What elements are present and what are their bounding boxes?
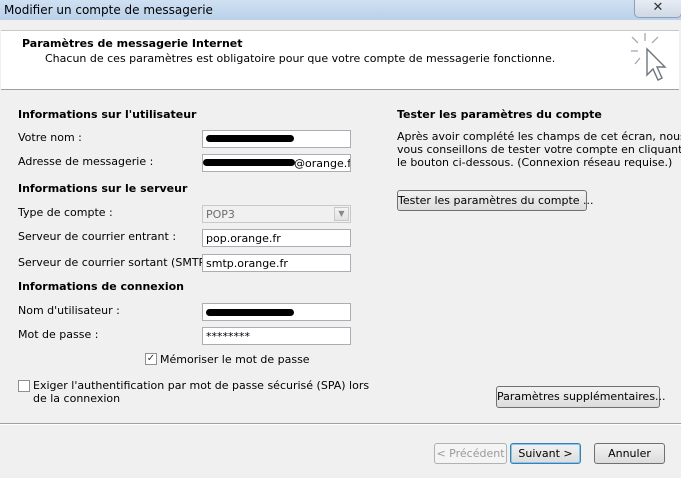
remember-password-label: Mémoriser le mot de passe	[160, 353, 310, 366]
username-field[interactable]	[202, 303, 351, 321]
next-button[interactable]: Suivant >	[510, 443, 581, 464]
name-label: Votre nom :	[18, 131, 82, 144]
spa-label: Exiger l'authentification par mot de pas…	[33, 379, 370, 405]
password-field[interactable]: ********	[202, 327, 351, 345]
test-settings-button[interactable]: Tester les paramètres du compte ...	[397, 190, 594, 211]
account-type-select[interactable]: POP3 ▼	[202, 205, 351, 223]
more-settings-button[interactable]: Paramètres supplémentaires...	[496, 386, 666, 408]
cursor-sparkle-icon	[631, 33, 667, 81]
header-title: Paramètres de messagerie Internet	[22, 37, 243, 50]
spa-checkbox[interactable]	[18, 380, 30, 392]
redaction-mark	[206, 135, 294, 142]
email-field[interactable]: @orange.fr	[202, 154, 351, 172]
outgoing-server-label: Serveur de courrier sortant (SMTP) :	[18, 256, 217, 269]
incoming-server-label: Serveur de courrier entrant :	[18, 230, 177, 243]
account-type-label: Type de compte :	[18, 206, 113, 219]
password-label: Mot de passe :	[18, 328, 99, 341]
login-info-heading: Informations de connexion	[18, 280, 184, 293]
server-info-heading: Informations sur le serveur	[18, 182, 188, 195]
wizard-header: Paramètres de messagerie Internet Chacun…	[1, 30, 679, 90]
name-field[interactable]	[202, 130, 351, 148]
chevron-down-icon: ▼	[334, 207, 349, 221]
window-title: Modifier un compte de messagerie	[4, 3, 213, 17]
email-suffix: @orange.fr	[294, 157, 351, 170]
redaction-mark	[206, 309, 294, 316]
remember-password-checkbox[interactable]: ✓	[145, 353, 157, 365]
close-button[interactable]: ✕	[634, 0, 681, 18]
outgoing-server-field[interactable]: smtp.orange.fr	[202, 254, 351, 272]
username-label: Nom d'utilisateur :	[18, 304, 120, 317]
email-label: Adresse de messagerie :	[18, 155, 154, 168]
user-info-heading: Informations sur l'utilisateur	[18, 108, 197, 121]
test-description: Après avoir complété les champs de cet é…	[397, 130, 681, 169]
divider	[0, 424, 681, 425]
account-type-value: POP3	[206, 208, 235, 221]
cancel-button[interactable]: Annuler	[594, 443, 665, 464]
incoming-server-field[interactable]: pop.orange.fr	[202, 229, 351, 247]
header-description: Chacun de ces paramètres est obligatoire…	[45, 52, 556, 65]
back-button[interactable]: < Précédent	[434, 443, 507, 464]
test-heading: Tester les paramètres du compte	[397, 108, 602, 121]
redaction-mark	[203, 159, 295, 166]
